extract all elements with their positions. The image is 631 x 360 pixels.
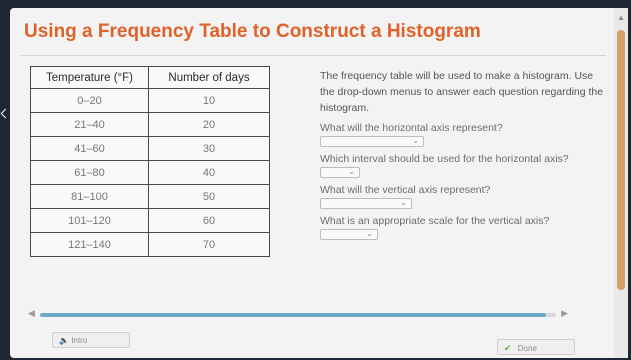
- table-row: 101–120 60: [30, 208, 270, 233]
- scrollbar-thumb[interactable]: [617, 30, 625, 290]
- days-cell: 10: [148, 88, 270, 113]
- progress-fill: [40, 313, 546, 317]
- temperature-cell: 61–80: [30, 160, 149, 185]
- temperature-cell: 101–120: [30, 208, 149, 233]
- vertical-scrollbar[interactable]: ▲: [614, 8, 628, 358]
- check-icon: ✔: [504, 343, 512, 353]
- chevron-down-icon: ⌄: [400, 198, 407, 207]
- temperature-cell: 41–60: [30, 136, 149, 161]
- frequency-table: Temperature (°F) Number of days 0–20 10 …: [30, 66, 270, 257]
- instructions-text: The frequency table will be used to make…: [320, 70, 604, 114]
- days-cell: 30: [148, 136, 270, 161]
- question-horizontal-axis-label: What will the horizontal axis represent?: [320, 122, 503, 134]
- page-title: Using a Frequency Table to Construct a H…: [24, 21, 481, 42]
- vertical-axis-dropdown[interactable]: ⌄: [320, 198, 412, 209]
- question-vertical-axis-label: What will the vertical axis represent?: [320, 184, 491, 196]
- question-panel: The frequency table will be used to make…: [320, 68, 605, 240]
- days-cell: 70: [148, 232, 270, 257]
- temperature-cell: 121–140: [30, 232, 149, 257]
- days-cell: 60: [148, 208, 270, 233]
- table-row: 121–140 70: [30, 232, 270, 257]
- question-interval-label: Which interval should be used for the ho…: [320, 153, 569, 165]
- days-cell: 40: [148, 160, 270, 185]
- scroll-up-icon[interactable]: ▲: [617, 13, 625, 22]
- question-vertical-scale-label: What is an appropriate scale for the ver…: [320, 215, 550, 227]
- temperature-cell: 0–20: [30, 88, 149, 113]
- horizontal-axis-dropdown[interactable]: ⌄: [320, 136, 424, 147]
- next-arrow-icon[interactable]: ▶: [561, 308, 568, 319]
- temperature-cell: 81–100: [30, 184, 149, 209]
- chevron-down-icon: ⌄: [348, 167, 355, 176]
- vertical-scale-dropdown[interactable]: ⌄: [320, 229, 378, 240]
- table-row: 61–80 40: [30, 160, 270, 185]
- temperature-cell: 21–40: [30, 112, 149, 137]
- interval-dropdown[interactable]: ⌄: [320, 167, 360, 178]
- speaker-icon: 🔈: [59, 336, 69, 345]
- table-row: 41–60 30: [30, 136, 270, 161]
- left-edge-arrow: [0, 108, 11, 119]
- title-divider: [20, 55, 606, 56]
- done-label: Done: [517, 344, 537, 353]
- column-header-temperature: Temperature (°F): [30, 66, 149, 89]
- table-row: 21–40 20: [30, 112, 270, 137]
- days-cell: 20: [148, 112, 270, 137]
- intro-label: Intro: [71, 336, 88, 345]
- table-row: 81–100 50: [30, 184, 270, 209]
- lesson-screen: Using a Frequency Table to Construct a H…: [10, 8, 628, 358]
- done-button[interactable]: ✔ Done: [497, 339, 575, 355]
- table-row: 0–20 10: [30, 88, 270, 113]
- table-header-row: Temperature (°F) Number of days: [30, 66, 270, 89]
- days-cell: 50: [148, 184, 270, 209]
- chevron-down-icon: ⌄: [366, 229, 373, 238]
- chevron-down-icon: ⌄: [412, 136, 419, 145]
- intro-button[interactable]: 🔈 Intro: [52, 332, 130, 348]
- lesson-progress: ◀ ▶: [28, 308, 568, 320]
- previous-arrow-icon[interactable]: ◀: [28, 308, 35, 319]
- column-header-days: Number of days: [148, 66, 270, 89]
